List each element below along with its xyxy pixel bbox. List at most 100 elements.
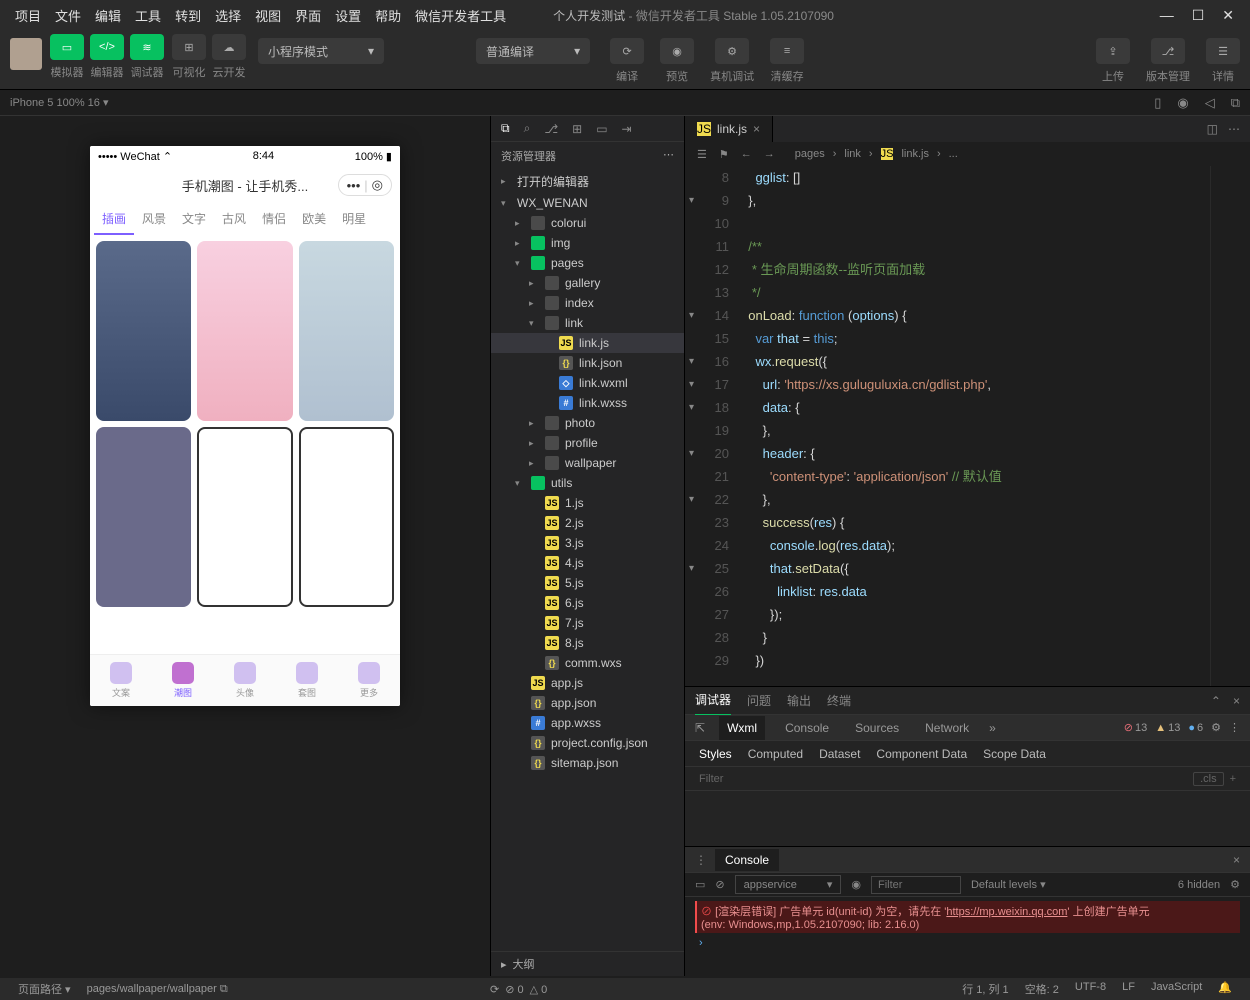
console-sidebar-icon[interactable]: ▭: [695, 878, 705, 891]
close-button[interactable]: ✕: [1222, 7, 1234, 24]
info-count[interactable]: 6: [1188, 722, 1203, 734]
visual-toggle[interactable]: ⊞: [172, 34, 206, 60]
console-tab[interactable]: Console: [715, 849, 779, 871]
capsule-close-icon[interactable]: ◎: [372, 177, 383, 193]
ext-icon[interactable]: ⇥: [622, 122, 632, 136]
inspect-icon[interactable]: ⇱: [695, 721, 705, 735]
sb-spaces[interactable]: 空格: 2: [1017, 981, 1067, 997]
build-icon[interactable]: ▭: [596, 122, 607, 136]
warn-count[interactable]: 13: [1155, 722, 1180, 734]
tree-item-comm-wxs[interactable]: {}comm.wxs: [491, 653, 684, 673]
tree-item-6-js[interactable]: JS6.js: [491, 593, 684, 613]
tree-item-app-wxss[interactable]: #app.wxss: [491, 713, 684, 733]
scopedata-tab[interactable]: Scope Data: [983, 747, 1046, 761]
tool-network[interactable]: Network: [919, 721, 975, 735]
wallpaper-card[interactable]: [96, 427, 191, 607]
tab-illustration[interactable]: 插画: [94, 204, 134, 235]
user-avatar[interactable]: [10, 38, 42, 70]
dbg-tab-problems[interactable]: 问题: [747, 686, 771, 715]
tree-item-colorui[interactable]: ▸colorui: [491, 213, 684, 233]
remote-debug-button[interactable]: ⚙: [715, 38, 749, 64]
console-menu-icon[interactable]: ⋮: [695, 853, 715, 867]
tree-item-wallpaper[interactable]: ▸wallpaper: [491, 453, 684, 473]
preview-button[interactable]: ◉: [660, 38, 694, 64]
add-style-icon[interactable]: +: [1230, 773, 1236, 785]
tree-item-link-wxml[interactable]: ◇link.wxml: [491, 373, 684, 393]
tree-item-utils[interactable]: ▾utils: [491, 473, 684, 493]
wallpaper-card[interactable]: [299, 241, 394, 421]
list-icon[interactable]: ☰: [697, 148, 707, 161]
console-error-link[interactable]: https://mp.weixin.qq.com: [946, 906, 1067, 918]
tool-more-icon[interactable]: »: [989, 721, 996, 735]
dbg-tab-output[interactable]: 输出: [787, 686, 811, 715]
maximize-button[interactable]: ☐: [1192, 7, 1205, 24]
sb-page-path-label[interactable]: 页面路径 ▾: [10, 981, 79, 997]
nav-more[interactable]: 更多: [358, 662, 380, 699]
code-editor[interactable]: 8▾910111213▾1415▾16▾17▾1819▾2021▾222324▾…: [685, 166, 1250, 686]
menu-file[interactable]: 文件: [48, 6, 88, 25]
close-tab-icon[interactable]: ×: [753, 122, 760, 136]
tool-console[interactable]: Console: [779, 721, 835, 735]
menu-settings[interactable]: 设置: [328, 6, 368, 25]
editor-more-icon[interactable]: ⋯: [1228, 122, 1240, 136]
breadcrumb-item[interactable]: link: [844, 148, 861, 160]
tree-item-1-js[interactable]: JS1.js: [491, 493, 684, 513]
styles-filter[interactable]: Filter: [699, 773, 723, 785]
build-mode-dropdown[interactable]: 普通编译▾: [476, 38, 590, 64]
tree-item-4-js[interactable]: JS4.js: [491, 553, 684, 573]
tab-text[interactable]: 文字: [174, 204, 214, 235]
breadcrumb-item[interactable]: link.js: [901, 148, 929, 160]
tree-item-link[interactable]: ▾link: [491, 313, 684, 333]
devtools-settings-icon[interactable]: ⚙: [1211, 721, 1221, 734]
device-record-icon[interactable]: ◉: [1177, 95, 1188, 111]
minimize-button[interactable]: —: [1160, 7, 1174, 24]
menu-help[interactable]: 帮助: [368, 6, 408, 25]
version-button[interactable]: ⎇: [1151, 38, 1185, 64]
tree-project-root[interactable]: ▾WX_WENAN: [491, 193, 684, 213]
sb-bell-icon[interactable]: 🔔: [1210, 981, 1240, 997]
sb-page-path[interactable]: pages/wallpaper/wallpaper ⧉: [79, 983, 236, 996]
tree-item-pages[interactable]: ▾pages: [491, 253, 684, 273]
explorer-more-icon[interactable]: ⋯: [663, 148, 674, 164]
wallpaper-card[interactable]: [96, 241, 191, 421]
menu-project[interactable]: 项目: [8, 6, 48, 25]
minimap[interactable]: [1210, 166, 1250, 686]
componentdata-tab[interactable]: Component Data: [876, 747, 967, 761]
tree-item-index[interactable]: ▸index: [491, 293, 684, 313]
tree-item-photo[interactable]: ▸photo: [491, 413, 684, 433]
tree-open-editors[interactable]: ▸打开的编辑器: [491, 170, 684, 193]
panel-close-icon[interactable]: ×: [1233, 694, 1240, 708]
device-mute-icon[interactable]: ◁: [1205, 95, 1215, 111]
wallpaper-card[interactable]: [299, 427, 394, 607]
dbg-tab-debugger[interactable]: 调试器: [695, 685, 731, 716]
tab-couple[interactable]: 情侣: [254, 204, 294, 235]
sb-lang[interactable]: JavaScript: [1143, 981, 1210, 997]
cls-toggle[interactable]: .cls: [1193, 772, 1224, 786]
console-hidden[interactable]: 6 hidden: [1178, 879, 1220, 891]
console-output[interactable]: ⊘ [渲染层错误] 广告单元 id(unit-id) 为空，请先在 'https…: [685, 897, 1250, 976]
tree-item-profile[interactable]: ▸profile: [491, 433, 684, 453]
tree-item-app-js[interactable]: JSapp.js: [491, 673, 684, 693]
devtools-more-icon[interactable]: ⋮: [1229, 721, 1240, 734]
tree-item-img[interactable]: ▸img: [491, 233, 684, 253]
tree-item-3-js[interactable]: JS3.js: [491, 533, 684, 553]
split-editor-icon[interactable]: ◫: [1207, 122, 1218, 136]
dataset-tab[interactable]: Dataset: [819, 747, 860, 761]
tree-item-app-json[interactable]: {}app.json: [491, 693, 684, 713]
editor-tab-linkjs[interactable]: JS link.js ×: [685, 116, 773, 142]
tree-item-8-js[interactable]: JS8.js: [491, 633, 684, 653]
debugger-toggle[interactable]: ≋: [130, 34, 164, 60]
console-context[interactable]: appservice▾: [735, 875, 842, 894]
compile-mode-dropdown[interactable]: 小程序模式▾: [258, 38, 384, 64]
sb-warnings[interactable]: △ 0: [530, 983, 548, 996]
breadcrumb-item[interactable]: ...: [949, 148, 958, 160]
tool-wxml[interactable]: Wxml: [719, 716, 765, 740]
simulator-toggle[interactable]: ▭: [50, 34, 84, 60]
tree-item-link-wxss[interactable]: #link.wxss: [491, 393, 684, 413]
menu-devtools[interactable]: 微信开发者工具: [408, 6, 513, 25]
tree-item-gallery[interactable]: ▸gallery: [491, 273, 684, 293]
nav-wenan[interactable]: 文案: [110, 662, 132, 699]
tree-item-2-js[interactable]: JS2.js: [491, 513, 684, 533]
console-eye-icon[interactable]: ◉: [851, 878, 861, 891]
tree-item-sitemap-json[interactable]: {}sitemap.json: [491, 753, 684, 773]
